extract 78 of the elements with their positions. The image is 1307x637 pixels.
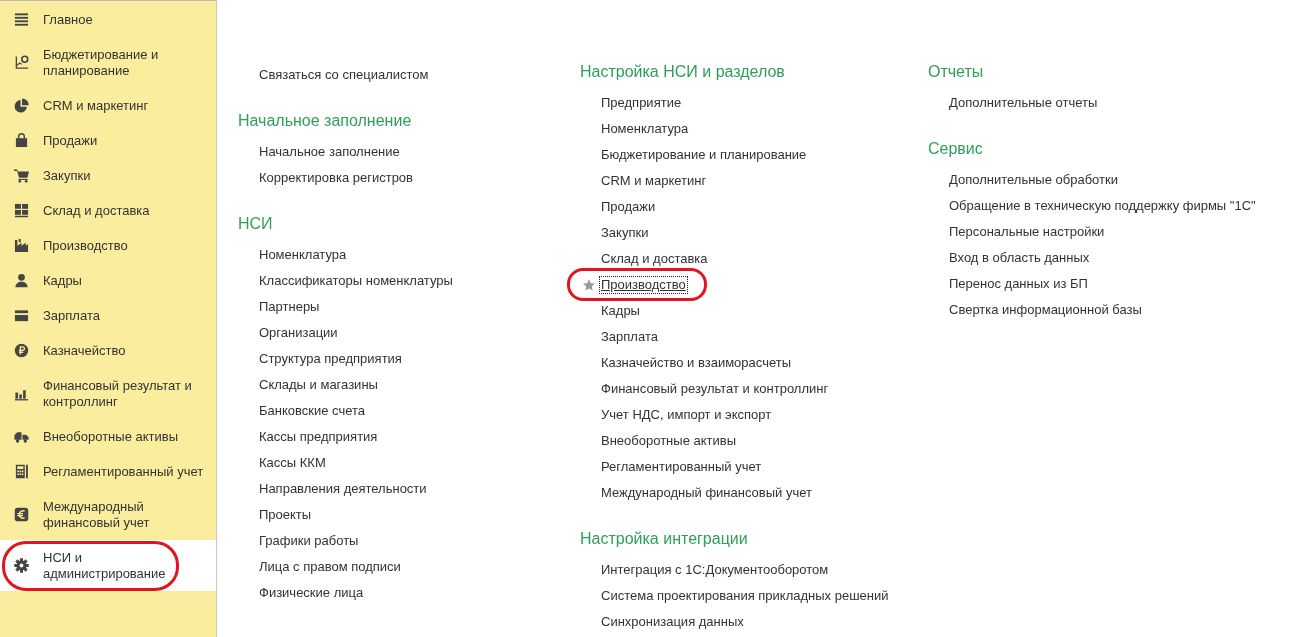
section-link[interactable]: Корректировка регистров	[257, 169, 415, 187]
section-link[interactable]: Склады и магазины	[257, 376, 380, 394]
sidebar-item[interactable]: Регламентированный учет	[0, 454, 216, 489]
sidebar-item[interactable]: Финансовый результат и контроллинг	[0, 368, 216, 419]
sidebar-item[interactable]: Бюджетирование и планирование	[0, 37, 216, 88]
section-link[interactable]: Закупки	[599, 224, 651, 242]
sidebar-item[interactable]: Внеоборотные активы	[0, 419, 216, 454]
section-link[interactable]: Кассы ККМ	[257, 454, 328, 472]
section-link[interactable]: Внеоборотные активы	[599, 432, 738, 450]
section-link[interactable]: Дополнительные обработки	[947, 171, 1120, 189]
section-link[interactable]: Дополнительные отчеты	[947, 94, 1100, 112]
sidebar-item[interactable]: НСИ и администрирование	[0, 540, 216, 591]
section-link[interactable]: Структура предприятия	[257, 350, 404, 368]
section-link[interactable]: Партнеры	[257, 298, 322, 316]
sidebar-item[interactable]: Зарплата	[0, 298, 216, 333]
sidebar-item[interactable]: CRM и маркетинг	[0, 88, 216, 123]
section-link[interactable]: Бюджетирование и планирование	[599, 146, 809, 164]
calculator-icon	[14, 464, 29, 479]
sidebar-item[interactable]: Закупки	[0, 158, 216, 193]
sidebar-item[interactable]: Склад и доставка	[0, 193, 216, 228]
section-link[interactable]: Лица с правом подписи	[257, 558, 403, 576]
pie-chart-icon	[14, 98, 29, 113]
sidebar-item[interactable]: Международный финансовый учет	[0, 489, 216, 540]
section-link[interactable]: Вход в область данных	[947, 249, 1092, 267]
menu-icon	[14, 12, 29, 27]
section-link[interactable]: Физические лица	[257, 584, 366, 602]
section-link[interactable]: Финансовый результат и контроллинг	[599, 380, 831, 398]
section-heading: Сервис	[928, 139, 984, 159]
section-link[interactable]: Система проектирования прикладных решений	[599, 587, 891, 605]
sidebar-item[interactable]: Кадры	[0, 263, 216, 298]
section-link[interactable]: Кассы предприятия	[257, 428, 380, 446]
ruble-coin-icon	[14, 343, 29, 358]
settings-icon	[14, 558, 29, 573]
section-link[interactable]: Регламентированный учет	[599, 458, 764, 476]
shopping-bag-icon	[14, 133, 29, 148]
section-link[interactable]: Учет НДС, импорт и экспорт	[599, 406, 774, 424]
sidebar-item[interactable]: Продажи	[0, 123, 216, 158]
euro-icon	[14, 507, 29, 522]
section-link[interactable]: Продажи	[599, 198, 658, 216]
section-link[interactable]: Производство	[599, 276, 688, 294]
card-icon	[14, 308, 29, 323]
truck-icon	[14, 429, 29, 444]
section-heading: Настройка интеграции	[580, 529, 749, 549]
section-link[interactable]: Начальное заполнение	[257, 143, 402, 161]
section-heading: Настройка НСИ и разделов	[580, 62, 786, 82]
section-heading: Начальное заполнение	[238, 111, 413, 131]
section-link[interactable]: Кадры	[599, 302, 642, 320]
sidebar-item[interactable]: Производство	[0, 228, 216, 263]
section-link[interactable]: Международный финансовый учет	[599, 484, 814, 502]
factory-icon	[14, 238, 29, 253]
section-link[interactable]: Свертка информационной базы	[947, 301, 1144, 319]
section-link[interactable]: Обращение в техническую поддержку фирмы "1С"	[947, 197, 1258, 215]
section-link[interactable]: Зарплата	[599, 328, 660, 346]
person-icon	[14, 273, 29, 288]
section-link[interactable]: Организации	[257, 324, 340, 342]
cart-icon	[14, 168, 29, 183]
section-heading: Отчеты	[928, 62, 985, 82]
section-link[interactable]: Номенклатура	[599, 120, 691, 138]
section-link[interactable]: Связаться со специалистом	[257, 66, 431, 84]
sidebar-item[interactable]: Главное	[0, 2, 216, 37]
section-link[interactable]: Номенклатура	[257, 246, 349, 264]
section-link[interactable]: Графики работы	[257, 532, 361, 550]
section-link[interactable]: Классификаторы номенклатуры	[257, 272, 455, 290]
section-link[interactable]: Интеграция с 1С:Документооборотом	[599, 561, 831, 579]
section-heading: НСИ	[238, 214, 274, 234]
section-link[interactable]: Синхронизация данных	[599, 613, 746, 631]
section-link[interactable]: Предприятие	[599, 94, 684, 112]
section-link[interactable]: Направления деятельности	[257, 480, 429, 498]
section-link[interactable]: Банковские счета	[257, 402, 368, 420]
section-link[interactable]: Казначейство и взаиморасчеты	[599, 354, 793, 372]
section-link[interactable]: Проекты	[257, 506, 314, 524]
chart-coin-icon	[14, 55, 29, 70]
sidebar-item[interactable]: Казначейство	[0, 333, 216, 368]
section-link[interactable]: Склад и доставка	[599, 250, 710, 268]
section-link[interactable]: Персональные настройки	[947, 223, 1107, 241]
grid-icon	[14, 203, 29, 218]
section-link[interactable]: CRM и маркетинг	[599, 172, 709, 190]
section-link[interactable]: Перенос данных из БП	[947, 275, 1090, 293]
